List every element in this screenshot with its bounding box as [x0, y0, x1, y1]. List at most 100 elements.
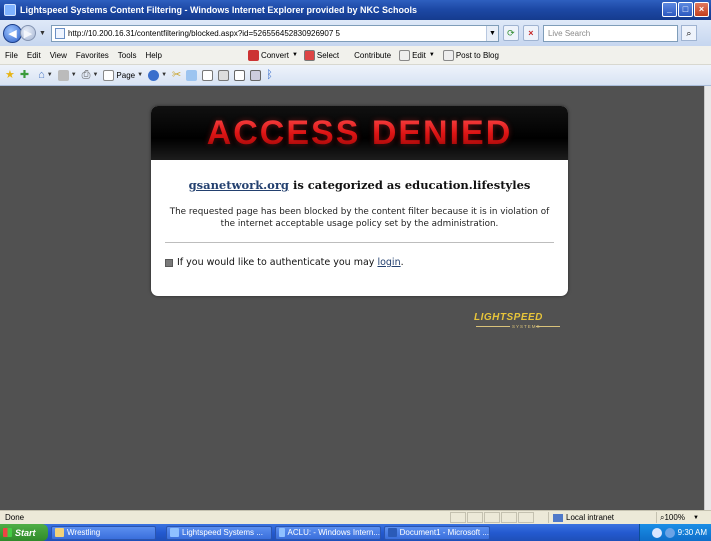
divider	[165, 242, 554, 243]
folder-icon	[55, 528, 64, 537]
status-pane	[501, 512, 517, 523]
messenger-button[interactable]	[186, 69, 198, 81]
menu-edit[interactable]: Edit	[27, 51, 41, 60]
menu-view[interactable]: View	[50, 51, 67, 60]
address-dropdown-icon[interactable]: ▼	[485, 25, 498, 41]
select-icon	[303, 49, 315, 61]
window-title-bar[interactable]: Lightspeed Systems Content Filtering - W…	[0, 0, 711, 20]
minimize-button[interactable]: _	[662, 2, 677, 17]
edit-button[interactable]: Edit ▼	[399, 49, 435, 61]
logo-rule-right	[536, 326, 560, 327]
chevron-down-icon: ▼	[92, 72, 99, 78]
convert-button[interactable]: Convert ▼	[247, 49, 298, 61]
taskbar-item-aclu[interactable]: ACLU: - Windows Intern...	[275, 525, 381, 540]
login-link[interactable]: login	[377, 257, 400, 268]
menu-tools[interactable]: Tools	[118, 51, 137, 60]
lightspeed-logo: LIGHTSPEED SYSTEMS	[474, 312, 564, 329]
close-button[interactable]: ×	[694, 2, 709, 17]
authenticate-line: If you would like to authenticate you ma…	[165, 257, 568, 268]
contribute-button[interactable]: Contribute	[354, 51, 391, 60]
copy-button[interactable]	[202, 69, 214, 81]
address-bar[interactable]: http://10.200.16.31/contentfiltering/blo…	[50, 24, 499, 42]
access-denied-headline: ACCESS DENIED	[206, 113, 513, 152]
add-favorites-button[interactable]: ✚	[20, 69, 29, 81]
blocked-site-link[interactable]: gsanetwork.org	[189, 178, 289, 192]
chevron-down-icon: ▼	[137, 72, 144, 78]
start-label: Start	[15, 527, 36, 538]
auth-text: If you would like to authenticate you ma…	[177, 257, 375, 268]
chevron-down-icon: ▼	[46, 72, 53, 78]
taskbar-item-lightspeed[interactable]: Lightspeed Systems ...	[166, 525, 272, 540]
refresh-button[interactable]: ⟳	[502, 25, 519, 41]
taskbar-item-wrestling[interactable]: Wrestling	[51, 525, 156, 540]
clock[interactable]: 9:30 AM	[678, 528, 707, 537]
taskbar: Start Wrestling Lightspeed Systems ... A…	[0, 524, 711, 541]
blog-icon	[442, 49, 454, 61]
feeds-button[interactable]: ▼	[57, 69, 77, 81]
task-label: Lightspeed Systems ...	[182, 528, 263, 537]
image-icon	[234, 69, 246, 81]
bluetooth-button[interactable]: ᛒ	[266, 69, 273, 81]
ie-icon	[170, 528, 179, 537]
research-button[interactable]: ✂	[172, 68, 182, 81]
forward-button[interactable]: ▶	[20, 25, 36, 41]
zoom-level: 100%	[664, 513, 685, 522]
print-button[interactable]: ⎙ ▼	[82, 69, 99, 81]
address-toolbar: ◀ ▶ ▼ http://10.200.16.31/contentfilteri…	[0, 20, 711, 46]
security-zone[interactable]: Local intranet	[548, 512, 648, 523]
menu-favorites[interactable]: Favorites	[76, 51, 109, 60]
messenger-icon	[186, 69, 198, 81]
search-input[interactable]: Live Search	[542, 24, 678, 42]
tray-icon[interactable]	[651, 527, 662, 538]
page-menu-label: Page	[116, 70, 136, 80]
screenshot-button[interactable]	[250, 69, 262, 81]
logo-wordmark: LIGHTSPEED	[474, 312, 543, 323]
stop-button[interactable]: ×	[522, 25, 539, 41]
vertical-scrollbar[interactable]	[704, 86, 711, 510]
task-label: ACLU: - Windows Intern...	[287, 528, 380, 537]
status-pane	[484, 512, 500, 523]
chevron-down-icon: ▼	[161, 72, 168, 78]
chevron-down-icon: ▼	[70, 72, 77, 78]
window-controls: _ □ ×	[662, 2, 709, 17]
home-button[interactable]: ⌂ ▼	[38, 69, 53, 81]
research-icon: ✂	[172, 68, 182, 81]
zoom-control[interactable]: ⌕ 100% ▼	[656, 512, 699, 523]
help-icon	[148, 69, 160, 81]
favorites-center-button[interactable]: ★	[5, 68, 15, 81]
chevron-down-icon: ▼	[291, 52, 298, 58]
page-menu[interactable]: Page ▼	[103, 69, 144, 81]
post-to-blog-button[interactable]: Post to Blog	[442, 49, 499, 61]
feeds-icon	[57, 69, 69, 81]
command-bar: ★ ✚ ⌂ ▼ ▼ ⎙ ▼ Page ▼ ▼ ✂ ᛒ	[0, 65, 711, 86]
menu-file[interactable]: File	[5, 51, 18, 60]
start-button[interactable]: Start	[0, 524, 48, 541]
task-label: Wrestling	[67, 528, 101, 537]
task-label: Document1 - Microsoft ...	[399, 528, 489, 537]
nav-history-dropdown[interactable]: ▼	[39, 30, 46, 37]
pdf-convert-icon	[247, 49, 259, 61]
windows-flag-icon	[3, 528, 12, 537]
star-icon: ★	[5, 68, 15, 81]
address-url[interactable]: http://10.200.16.31/contentfiltering/blo…	[68, 29, 340, 38]
status-panes	[450, 512, 535, 523]
post-to-blog-label: Post to Blog	[455, 50, 499, 60]
menu-help[interactable]: Help	[145, 51, 161, 60]
page-icon	[54, 27, 65, 39]
tray-icon[interactable]	[664, 527, 675, 538]
ie-icon	[279, 528, 285, 537]
intranet-icon	[553, 513, 563, 522]
help-button[interactable]: ▼	[148, 69, 168, 81]
access-denied-card: ACCESS DENIED gsanetwork.org is categori…	[151, 106, 568, 296]
edit-page-icon	[399, 49, 411, 61]
paste-button[interactable]	[218, 69, 230, 81]
paste-icon	[218, 69, 230, 81]
taskbar-item-document[interactable]: Document1 - Microsoft ...	[384, 525, 490, 540]
screenshot-icon	[250, 69, 262, 81]
auth-suffix: .	[400, 257, 404, 268]
maximize-button[interactable]: □	[678, 2, 693, 17]
card-header: ACCESS DENIED	[151, 106, 568, 160]
image-button[interactable]	[234, 69, 246, 81]
select-button[interactable]: Select	[303, 49, 339, 61]
search-icon[interactable]: ⌕	[680, 25, 697, 41]
